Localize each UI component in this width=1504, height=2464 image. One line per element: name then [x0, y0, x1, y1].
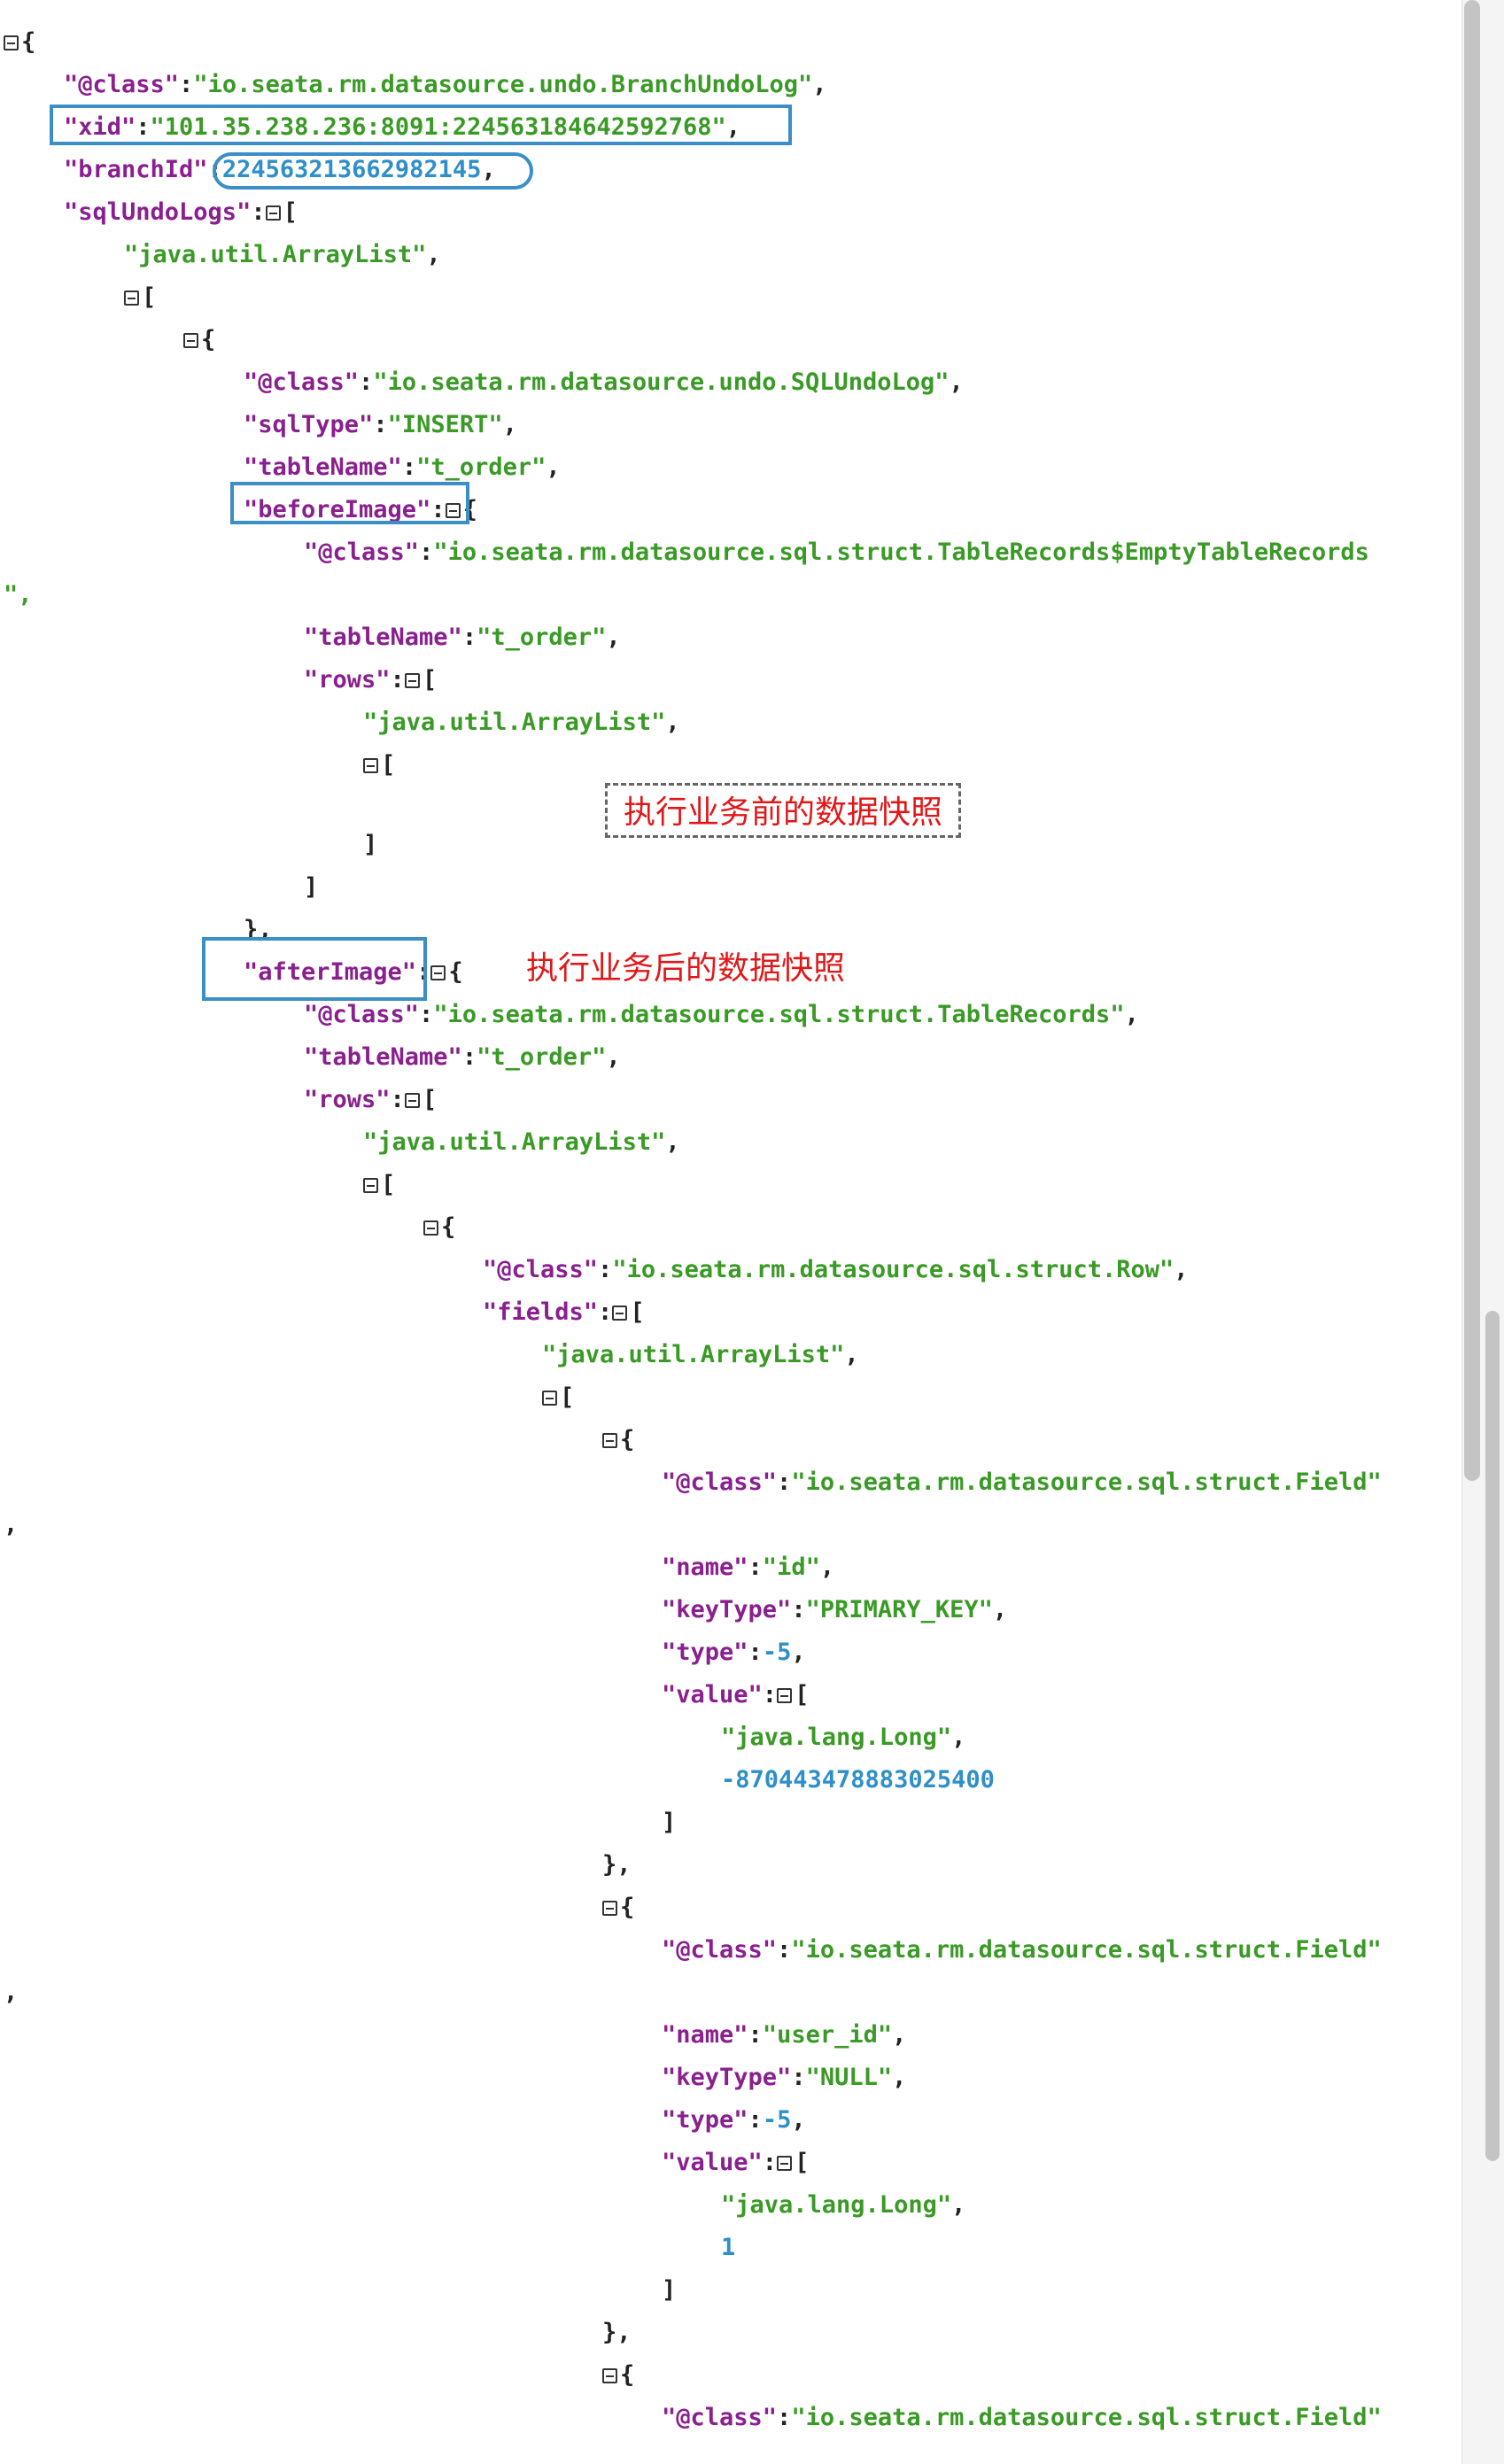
collapse-toggle-icon[interactable]	[602, 1433, 617, 1448]
json-line: -870443478883025400	[721, 1766, 995, 1794]
json-line: "@class":"io.seata.rm.datasource.sql.str…	[483, 1256, 1189, 1283]
collapse-toggle-icon[interactable]	[602, 1901, 617, 1916]
collapse-toggle-icon[interactable]	[363, 1178, 378, 1193]
json-line: "@class":"io.seata.rm.datasource.sql.str…	[304, 539, 1369, 566]
json-line: "@class":"io.seata.rm.datasource.sql.str…	[304, 1001, 1139, 1028]
json-line: "java.util.ArrayList",	[363, 709, 680, 736]
json-line: "java.util.ArrayList",	[363, 1128, 680, 1156]
scrollbar-thumb-secondary[interactable]	[1485, 1311, 1500, 2161]
json-line: "sqlType":"INSERT",	[244, 411, 517, 438]
json-line: ]	[304, 873, 319, 901]
json-line: },	[602, 2319, 632, 2346]
json-line: "value":[	[662, 1681, 810, 1709]
json-line: "type":-5,	[662, 2106, 806, 2134]
json-line: "@class":"io.seata.rm.datasource.undo.SQ…	[244, 368, 964, 396]
collapse-toggle-icon[interactable]	[777, 1688, 793, 1703]
collapse-toggle-icon[interactable]	[183, 333, 198, 348]
after-snapshot-annotation: 执行业务后的数据快照	[526, 950, 846, 987]
collapse-toggle-icon[interactable]	[4, 35, 19, 50]
json-line-wrap: ,	[4, 1511, 19, 1538]
json-line: "java.lang.Long",	[721, 1724, 966, 1751]
before-snapshot-annotation: 执行业务前的数据快照	[605, 783, 961, 838]
collapse-toggle-icon[interactable]	[404, 673, 420, 688]
json-line: [	[542, 1376, 574, 1419]
json-line: {	[602, 1887, 634, 1929]
json-line: 1	[721, 2234, 736, 2261]
json-line: "@class":"io.seata.rm.datasource.undo.Br…	[64, 71, 827, 98]
json-line: "@class":"io.seata.rm.datasource.sql.str…	[662, 1468, 1382, 1496]
json-line: "java.util.ArrayList",	[542, 1341, 859, 1368]
json-line: ]	[662, 1809, 677, 1836]
json-line: "tableName":"t_order",	[304, 1043, 621, 1071]
collapse-toggle-icon[interactable]	[430, 965, 446, 980]
json-line: "rows":[	[304, 1086, 438, 1113]
collapse-toggle-icon[interactable]	[423, 1220, 438, 1236]
afterimage-highlight-box	[202, 937, 427, 1001]
collapse-toggle-icon[interactable]	[542, 1391, 557, 1406]
json-line: "sqlUndoLogs":[	[64, 198, 298, 226]
json-root-line: {	[4, 21, 35, 64]
collapse-toggle-icon[interactable]	[404, 1093, 420, 1108]
json-line-wrap: ,	[4, 1979, 19, 2006]
json-line: ]	[363, 831, 378, 858]
json-line: "java.lang.Long",	[721, 2191, 966, 2219]
json-line: [	[124, 276, 156, 319]
collapse-toggle-icon[interactable]	[612, 1306, 628, 1321]
collapse-toggle-icon[interactable]	[602, 2368, 617, 2383]
json-line: "name":"user_id",	[662, 2021, 907, 2049]
json-line: "fields":[	[483, 1298, 645, 1326]
collapse-toggle-icon[interactable]	[265, 205, 281, 221]
beforeimage-highlight-box	[230, 482, 469, 524]
json-line: {	[602, 1419, 634, 1461]
json-line: [	[363, 1164, 395, 1206]
json-line: {	[423, 1206, 455, 1249]
collapse-toggle-icon[interactable]	[363, 758, 378, 773]
scrollbar-thumb[interactable]	[1464, 0, 1480, 1481]
json-line: "value":[	[662, 2149, 810, 2176]
json-line: "@class":"io.seata.rm.datasource.sql.str…	[662, 1936, 1382, 1964]
json-line: "rows":[	[304, 666, 438, 693]
json-line: "java.util.ArrayList",	[124, 241, 441, 268]
json-viewer: { "@class":"io.seata.rm.datasource.undo.…	[0, 0, 1461, 2464]
xid-highlight-box	[50, 105, 792, 145]
json-line: "tableName":"t_order",	[304, 624, 621, 651]
json-line: "@class":"io.seata.rm.datasource.sql.str…	[662, 2404, 1382, 2431]
json-line: ]	[662, 2276, 677, 2304]
json-line: "keyType":"NULL",	[662, 2064, 907, 2091]
json-line: [	[363, 744, 395, 786]
json-line: {	[183, 319, 215, 361]
json-line: "keyType":"PRIMARY_KEY",	[662, 1596, 1008, 1623]
json-line: "name":"id",	[662, 1554, 835, 1581]
branchid-highlight-box	[213, 152, 533, 190]
collapse-toggle-icon[interactable]	[124, 291, 139, 306]
collapse-toggle-icon[interactable]	[777, 2156, 793, 2171]
json-line: },	[602, 1851, 632, 1879]
json-line-wrap: ",	[4, 581, 33, 608]
json-line: "type":-5,	[662, 1639, 806, 1666]
json-line: {	[602, 2354, 634, 2397]
